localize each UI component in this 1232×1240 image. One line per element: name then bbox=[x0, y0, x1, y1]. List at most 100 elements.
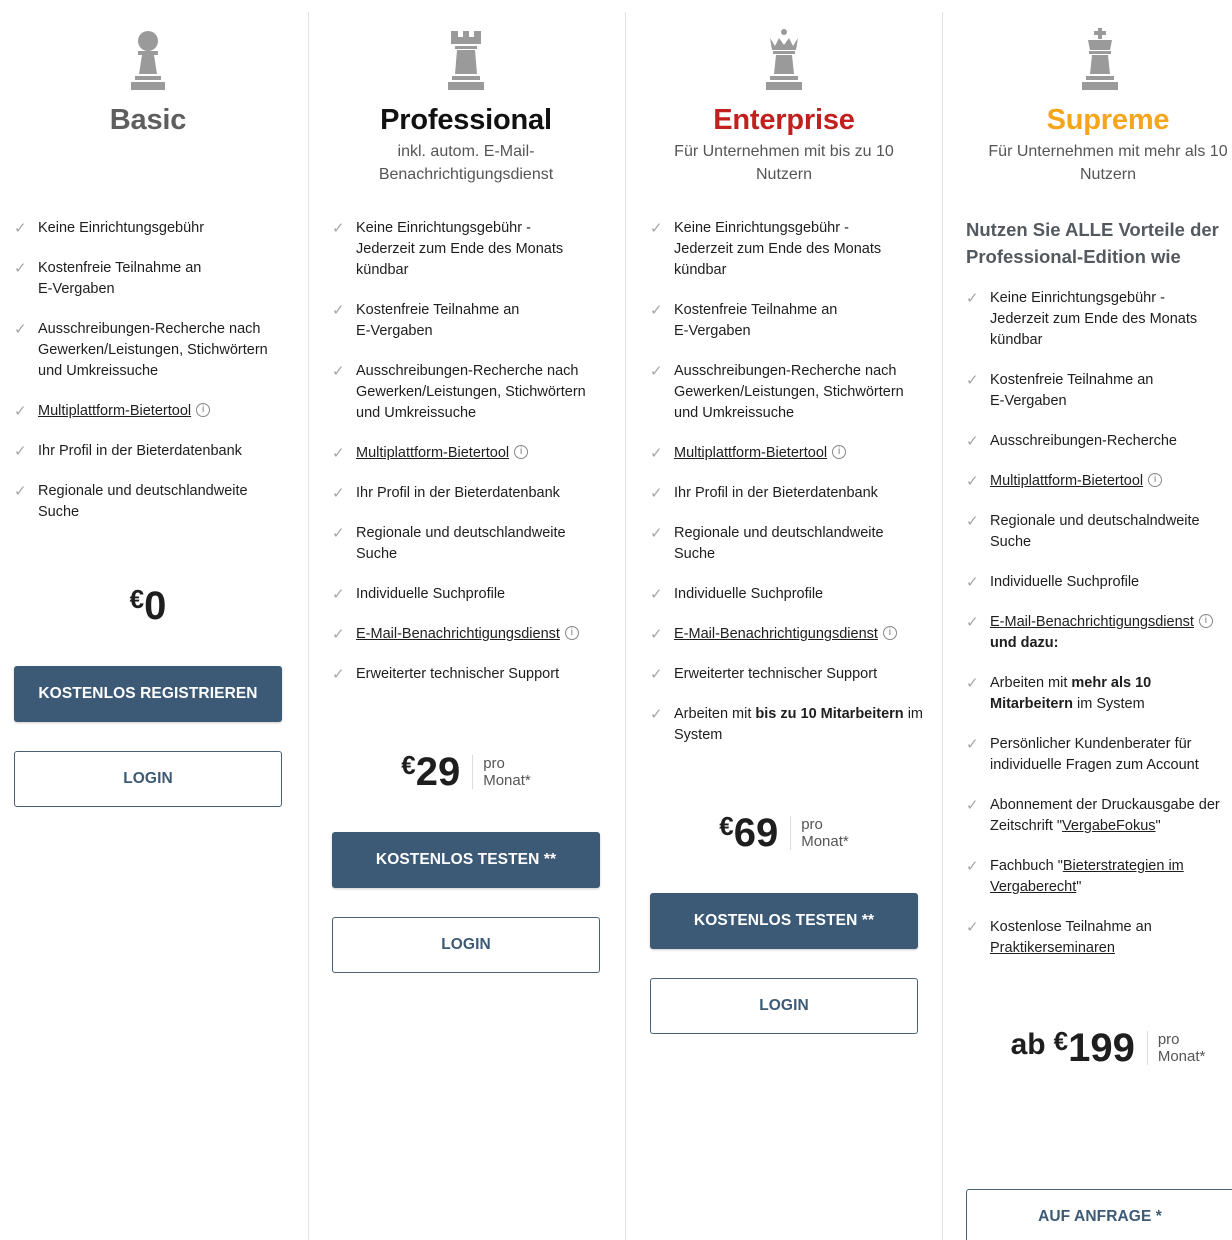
check-icon: ✓ bbox=[14, 260, 27, 277]
login-button[interactable]: LOGIN bbox=[14, 751, 282, 807]
feature-link[interactable]: E-Mail-Benachrichtigungsdienst bbox=[356, 626, 560, 642]
check-icon: ✓ bbox=[14, 403, 27, 420]
info-icon[interactable]: i bbox=[564, 626, 579, 640]
feature-item: ✓ Ausschreibungen-Recherche nach Gewerken… bbox=[14, 321, 268, 379]
feature-item: ✓ E-Mail-Benachrichtigungsdienst i bbox=[332, 624, 608, 645]
feature-list: ✓ Keine Einrichtungsgebühr ✓ Kostenfreie T… bbox=[14, 218, 290, 523]
feature-item: ✓ Persönlicher Kundenberater für individu… bbox=[966, 736, 1199, 773]
check-icon: ✓ bbox=[966, 433, 979, 450]
feature-item: ✓ Multiplattform-Bietertool i bbox=[650, 443, 926, 464]
check-icon: ✓ bbox=[966, 290, 979, 307]
feature-item: ✓ Arbeiten mit bis zu 10 Mitarbeitern im … bbox=[650, 706, 924, 743]
feature-item: ✓ Regionale und deutschlandweite Suche bbox=[14, 483, 248, 520]
plan-supreme: Supreme Für Unternehmen mit mehr als 10 … bbox=[952, 0, 1232, 1240]
feature-item: ✓ Multiplattform-Bietertool i bbox=[966, 471, 1232, 492]
feature-item: ✓ E-Mail-Benachrichtigungsdienst i bbox=[650, 624, 926, 645]
price: € 69 pro Monat* bbox=[636, 811, 932, 855]
check-icon: ✓ bbox=[966, 797, 979, 814]
feature-link[interactable]: VergabeFokus bbox=[1062, 818, 1156, 834]
feature-item: ✓ Individuelle Suchprofile bbox=[966, 574, 1140, 591]
info-icon[interactable]: i bbox=[1198, 614, 1213, 628]
price-currency: € bbox=[719, 811, 734, 841]
column-divider bbox=[308, 12, 309, 1240]
feature-item: ✓ Erweiterter technischer Support bbox=[650, 666, 878, 683]
plan-professional: Professional inkl. autom. E-Mail-Benachr… bbox=[318, 0, 614, 1240]
chess-king-icon bbox=[960, 28, 1232, 94]
plan-basic: Basic ✓ Keine Einrichtungsgebühr ✓ Kostenf… bbox=[0, 0, 296, 1240]
feature-item: ✓ Multiplattform-Bietertool i bbox=[14, 401, 290, 422]
check-icon: ✓ bbox=[14, 483, 27, 500]
feature-link[interactable]: Multiplattform-Bietertool bbox=[990, 473, 1143, 489]
supreme-intro: Nutzen Sie ALLE Vorteile der Professiona… bbox=[966, 219, 1219, 267]
free-trial-button[interactable]: KOSTENLOS TESTEN ** bbox=[650, 893, 918, 949]
check-icon: ✓ bbox=[332, 220, 345, 237]
info-icon[interactable]: i bbox=[882, 626, 897, 640]
check-icon: ✓ bbox=[650, 706, 663, 723]
check-icon: ✓ bbox=[966, 675, 979, 692]
price-amount: 0 bbox=[144, 584, 167, 628]
price-period: pro Monat* bbox=[1146, 1031, 1205, 1065]
plan-subtitle: inkl. autom. E-Mail-Benachrichtigungsdie… bbox=[378, 143, 554, 183]
feature-link[interactable]: Multiplattform-Bietertool bbox=[674, 445, 827, 461]
login-button[interactable]: LOGIN bbox=[332, 917, 600, 973]
register-button[interactable]: KOSTENLOS REGISTRIEREN bbox=[14, 666, 282, 722]
check-icon: ✓ bbox=[966, 574, 979, 591]
feature-list: ✓ Keine Einrichtungsgebühr - Jederzeit zu… bbox=[332, 218, 608, 685]
check-icon: ✓ bbox=[966, 858, 979, 875]
plan-subtitle: Für Unternehmen mit mehr als 10 Nutzern bbox=[988, 143, 1228, 183]
plan-title: Basic bbox=[109, 104, 187, 136]
feature-item: ✓ Ausschreibungen-Recherche nach Gewerken… bbox=[332, 363, 586, 421]
plan-title: Supreme bbox=[1046, 104, 1170, 136]
feature-link[interactable]: Praktikerseminaren bbox=[990, 940, 1115, 956]
chess-queen-icon bbox=[636, 28, 932, 94]
check-icon: ✓ bbox=[966, 372, 979, 389]
info-icon[interactable]: i bbox=[196, 403, 211, 417]
check-icon: ✓ bbox=[966, 736, 979, 753]
feature-link[interactable]: Multiplattform-Bietertool bbox=[38, 403, 191, 419]
feature-item: ✓ Individuelle Suchprofile bbox=[332, 586, 506, 603]
chess-pawn-icon bbox=[0, 28, 296, 94]
feature-item: ✓ E-Mail-Benachrichtigungsdienst i und dazu… bbox=[966, 612, 1232, 654]
check-icon: ✓ bbox=[650, 363, 663, 380]
check-icon: ✓ bbox=[650, 626, 663, 643]
check-icon: ✓ bbox=[14, 220, 27, 237]
price: € 0 bbox=[0, 584, 296, 628]
check-icon: ✓ bbox=[650, 525, 663, 542]
check-icon: ✓ bbox=[332, 586, 345, 603]
check-icon: ✓ bbox=[14, 443, 27, 460]
check-icon: ✓ bbox=[650, 220, 663, 237]
feature-item: ✓ Kostenlose Teilnahme an Praktikersemina… bbox=[966, 919, 1152, 956]
login-button[interactable]: LOGIN bbox=[650, 978, 918, 1034]
feature-item: ✓ Ihr Profil in der Bieterdatenbank bbox=[14, 443, 242, 460]
check-icon: ✓ bbox=[332, 302, 345, 319]
check-icon: ✓ bbox=[966, 614, 979, 631]
check-icon: ✓ bbox=[332, 363, 345, 380]
feature-link[interactable]: Multiplattform-Bietertool bbox=[356, 445, 509, 461]
check-icon: ✓ bbox=[650, 445, 663, 462]
info-icon[interactable]: i bbox=[832, 445, 847, 459]
price-currency: € bbox=[1053, 1026, 1069, 1056]
feature-item: ✓ Individuelle Suchprofile bbox=[650, 586, 824, 603]
price-amount: 199 bbox=[1068, 1026, 1135, 1070]
check-icon: ✓ bbox=[332, 666, 345, 683]
feature-link[interactable]: E-Mail-Benachrichtigungsdienst bbox=[990, 614, 1194, 630]
price-amount: 69 bbox=[733, 811, 779, 855]
info-icon[interactable]: i bbox=[1148, 473, 1163, 487]
feature-item: ✓ Regionale und deutschlandweite Suche bbox=[332, 525, 566, 562]
feature-item: ✓ Fachbuch "Bieterstrategien im Vergabere… bbox=[966, 858, 1184, 895]
info-icon[interactable]: i bbox=[514, 445, 529, 459]
feature-item: ✓ Kostenfreie Teilnahme an E-Vergaben bbox=[966, 372, 1154, 409]
check-icon: ✓ bbox=[650, 485, 663, 502]
check-icon: ✓ bbox=[650, 586, 663, 603]
column-divider bbox=[942, 12, 943, 1240]
free-trial-button[interactable]: KOSTENLOS TESTEN ** bbox=[332, 832, 600, 888]
feature-link[interactable]: E-Mail-Benachrichtigungsdienst bbox=[674, 626, 878, 642]
feature-item: ✓ Keine Einrichtungsgebühr bbox=[14, 220, 205, 237]
request-quote-button[interactable]: AUF ANFRAGE * bbox=[966, 1189, 1232, 1240]
feature-item: ✓ Ihr Profil in der Bieterdatenbank bbox=[332, 485, 560, 502]
plan-title: Professional bbox=[380, 104, 552, 136]
feature-item: ✓ Arbeiten mit mehr als 10 Mitarbeitern i… bbox=[966, 675, 1152, 712]
price-period: pro Monat* bbox=[472, 755, 531, 789]
check-icon: ✓ bbox=[966, 513, 979, 530]
feature-item: ✓ Multiplattform-Bietertool i bbox=[332, 443, 608, 464]
